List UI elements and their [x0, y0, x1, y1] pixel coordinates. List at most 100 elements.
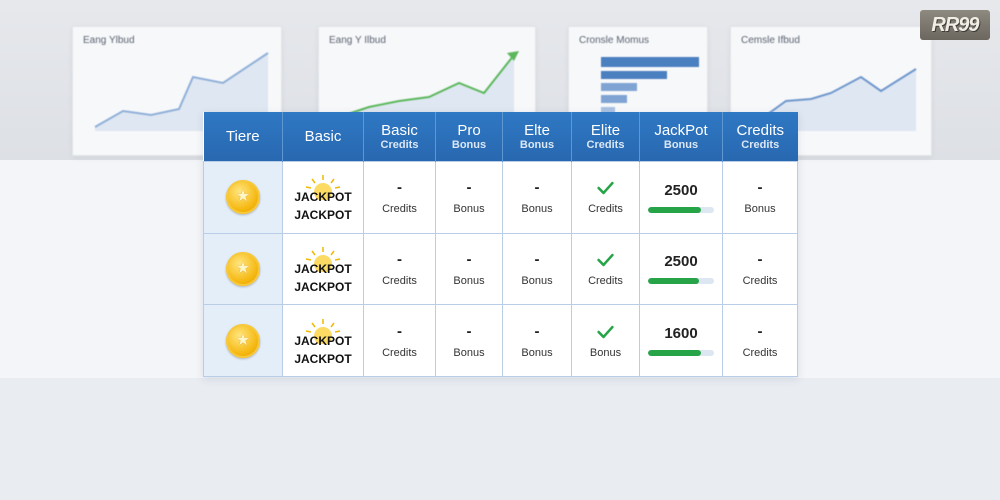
header-sublabel: Credits — [380, 138, 419, 151]
header-label: Elite — [590, 121, 621, 139]
jackpot-cell: JACKPOT JACKPOT — [282, 161, 364, 234]
checkmark-icon — [597, 253, 614, 267]
jackpot-label: JACKPOT — [294, 208, 352, 223]
jackpot-amount: 2500 — [664, 253, 698, 271]
brand-logo-text: RR99 — [931, 13, 979, 36]
progress-bar — [648, 278, 714, 285]
credits-cell: - Credits — [722, 232, 798, 306]
header-pro-bonus: Pro Bonus — [435, 112, 503, 162]
header-sublabel: Bonus — [451, 138, 487, 151]
jackpot-bonus-cell: 2500 — [639, 161, 723, 234]
cell-value: - — [534, 250, 540, 268]
background-bottom — [0, 378, 1000, 500]
progress-bar — [648, 206, 714, 213]
cell-sublabel: Bonus — [744, 203, 776, 216]
cell-value: - — [757, 179, 763, 197]
header-label: Credits — [736, 121, 784, 139]
elte-bonus-cell: - Bonus — [502, 161, 572, 234]
elite-credits-cell: Credits — [571, 161, 640, 234]
header-basic-credits: Basic Credits — [363, 112, 436, 162]
cell-sublabel: Bonus — [521, 274, 553, 287]
basic-credits-cell: - Credits — [363, 232, 436, 306]
jackpot-label: JACKPOT — [294, 261, 352, 276]
cell-sublabel: Bonus — [521, 346, 553, 359]
credits-cell: - Credits — [722, 304, 798, 377]
cell-sublabel: Credits — [382, 203, 417, 216]
checkmark-icon — [597, 325, 614, 338]
header-sublabel: Bonus — [663, 138, 699, 151]
star-coin-icon: ★ — [226, 180, 260, 215]
cell-sublabel: Bonus — [453, 346, 485, 359]
jackpot-amount: 2500 — [664, 181, 698, 199]
header-label: Elte — [524, 121, 550, 139]
progress-bar-fill — [648, 350, 701, 357]
jackpot-label: JACKPOT — [294, 351, 352, 366]
table-row: ★ JACKPOT JACKPOT - Credits - Bonus - Bonu — [203, 304, 798, 377]
header-elte-bonus: Elte Bonus — [502, 112, 572, 162]
cell-value: - — [397, 250, 402, 268]
cell-sublabel: Credits — [588, 203, 623, 216]
basic-credits-cell: - Credits — [363, 161, 436, 234]
cell-value: - — [466, 250, 472, 268]
cell-sublabel: Bonus — [589, 346, 622, 359]
cell-sublabel: Bonus — [521, 203, 553, 216]
pro-bonus-cell: - Bonus — [435, 232, 503, 306]
header-sublabel: Credits — [586, 138, 625, 151]
cell-value: - — [534, 322, 540, 340]
jackpot-cell: JACKPOT JACKPOT — [282, 304, 364, 377]
header-elite-credits: Elite Credits — [571, 112, 640, 162]
cell-value: - — [397, 322, 402, 340]
cell-value: - — [534, 179, 540, 197]
header-jackpot-bonus: JackPot Bonus — [639, 112, 723, 162]
jackpot-cell: JACKPOT JACKPOT — [282, 232, 364, 306]
star-coin-icon: ★ — [226, 323, 260, 358]
cell-value: - — [397, 179, 402, 197]
elite-credits-cell: Bonus — [571, 304, 640, 377]
tier-cell: ★ — [203, 304, 283, 377]
jackpot-bonus-cell: 1600 — [639, 304, 723, 377]
cell-value: - — [466, 322, 472, 340]
brand-logo: RR99 — [920, 10, 990, 40]
jackpot-amount: 1600 — [664, 325, 698, 343]
cell-sublabel: Credits — [382, 274, 417, 287]
jackpot-label: JACKPOT — [294, 333, 352, 348]
tier-cell: ★ — [203, 232, 283, 306]
header-credits: Credits Credits — [722, 112, 798, 162]
checkmark-icon — [597, 182, 614, 195]
cell-value: - — [466, 179, 472, 197]
header-tiere: Tiere — [203, 112, 283, 162]
cell-sublabel: Bonus — [453, 274, 485, 287]
header-sublabel: Credits — [741, 138, 780, 151]
header-label: Pro — [457, 121, 481, 139]
pro-bonus-cell: - Bonus — [435, 161, 503, 234]
cell-sublabel: Credits — [742, 274, 778, 287]
header-label: Tiere — [225, 128, 260, 145]
cell-value: - — [757, 250, 763, 268]
tier-cell: ★ — [203, 161, 283, 234]
pro-bonus-cell: - Bonus — [435, 304, 503, 377]
credits-cell: - Bonus — [722, 161, 798, 234]
cell-sublabel: Credits — [742, 346, 778, 359]
header-sublabel: Bonus — [519, 138, 555, 151]
jackpot-label: JACKPOT — [294, 279, 352, 294]
basic-credits-cell: - Credits — [363, 304, 436, 377]
header-label: Basic — [381, 121, 418, 139]
cell-value: - — [757, 322, 763, 340]
star-coin-icon: ★ — [226, 251, 260, 286]
cell-sublabel: Bonus — [453, 203, 485, 216]
cell-sublabel: Credits — [382, 346, 417, 359]
elite-credits-cell: Credits — [571, 232, 640, 306]
jackpot-label: JACKPOT — [294, 190, 352, 205]
comparison-table: Tiere Basic Basic Credits Pro Bonus Elte Bo… — [203, 112, 798, 377]
table-row: ★ JACKPOT JACKPOT - Credits - Bonus - Bonu — [203, 161, 798, 234]
progress-bar-fill — [648, 278, 699, 285]
jackpot-bonus-cell: 2500 — [639, 232, 723, 306]
progress-bar-fill — [648, 206, 701, 213]
elte-bonus-cell: - Bonus — [502, 304, 572, 377]
table-header-row: Tiere Basic Basic Credits Pro Bonus Elte Bo… — [203, 112, 798, 162]
header-label: Basic — [304, 128, 342, 145]
table-row: ★ JACKPOT JACKPOT - Credits - Bonus - Bonu — [203, 232, 798, 306]
progress-bar — [648, 350, 714, 357]
elte-bonus-cell: - Bonus — [502, 232, 572, 306]
cell-sublabel: Credits — [588, 274, 623, 287]
